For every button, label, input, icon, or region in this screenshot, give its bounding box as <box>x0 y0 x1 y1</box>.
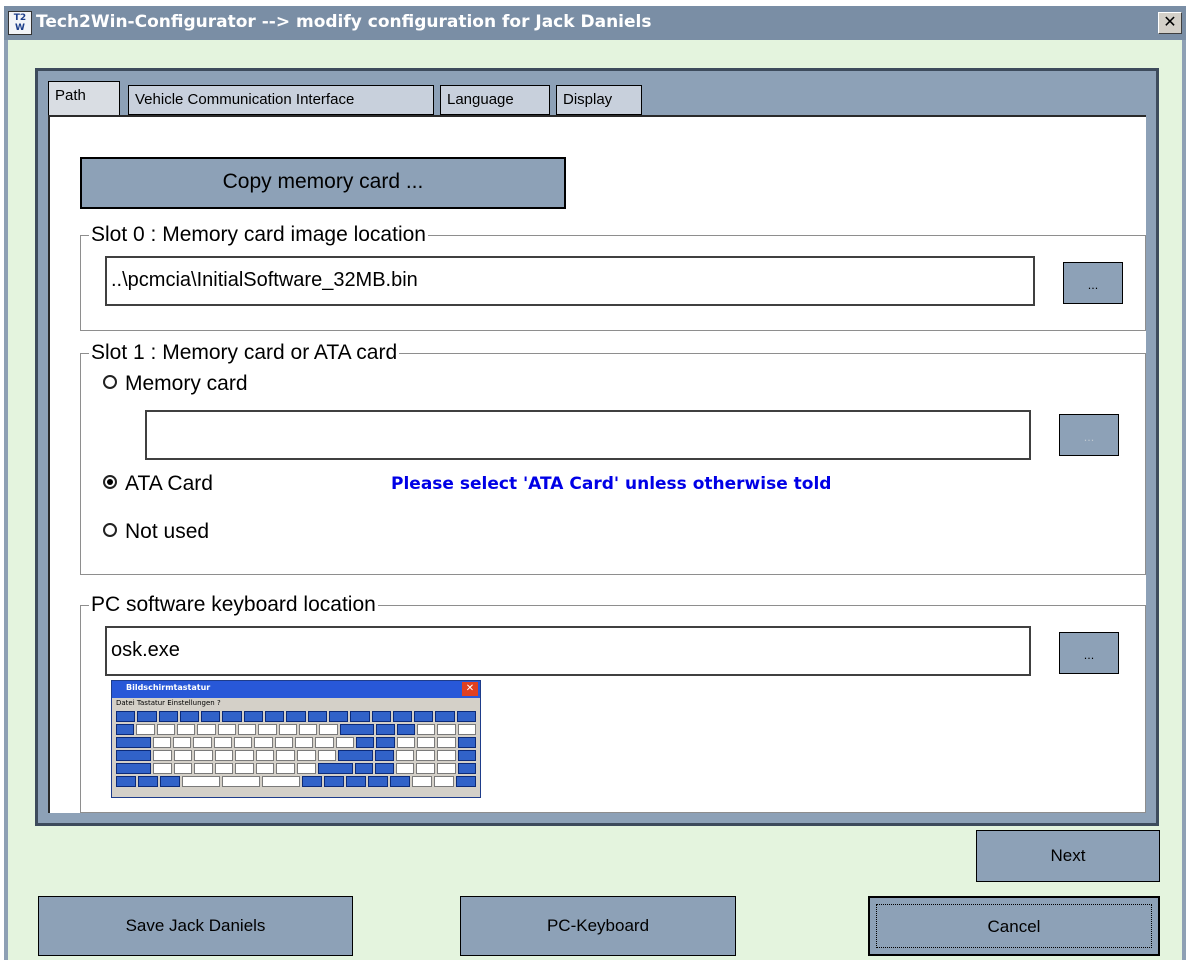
keyboard-group: PC software keyboard location osk.exe ..… <box>80 592 1146 813</box>
radio-not-used[interactable]: Not used <box>103 518 209 546</box>
ata-hint-text: Please select 'ATA Card' unless otherwis… <box>391 474 832 494</box>
radio-ata-card[interactable]: ATA Card <box>103 470 213 498</box>
tab-control: Path Vehicle Communication Interface Lan… <box>35 68 1159 826</box>
slot0-path-field[interactable]: ..\pcmcia\InitialSoftware_32MB.bin <box>105 256 1035 306</box>
title-bar: T2 W Tech2Win-Configurator --> modify con… <box>4 6 1186 40</box>
next-button[interactable]: Next <box>976 830 1160 882</box>
tab-vehicle-communication-interface[interactable]: Vehicle Communication Interface <box>128 85 434 115</box>
save-button[interactable]: Save Jack Daniels <box>38 896 353 956</box>
radio-ata-card-label: ATA Card <box>125 472 213 495</box>
pc-keyboard-button[interactable]: PC-Keyboard <box>460 896 736 956</box>
slot0-legend: Slot 0 : Memory card image location <box>89 222 428 248</box>
copy-memory-card-button[interactable]: Copy memory card ... <box>80 157 566 209</box>
keyboard-preview-image: Bildschirmtastatur ✕ Datei Tastatur Eins… <box>111 680 481 798</box>
slot1-browse-button[interactable]: ... <box>1059 414 1119 456</box>
tab-language[interactable]: Language <box>440 85 550 115</box>
window-title: Tech2Win-Configurator --> modify configu… <box>36 12 652 32</box>
keyboard-keys-icon <box>116 711 477 795</box>
close-icon: ✕ <box>462 682 478 696</box>
tab-display[interactable]: Display <box>556 85 642 115</box>
radio-circle-icon <box>103 375 117 390</box>
close-button[interactable]: ✕ <box>1158 12 1182 34</box>
radio-not-used-label: Not used <box>125 520 210 543</box>
keyboard-preview-titlebar: Bildschirmtastatur ✕ <box>112 681 480 698</box>
slot1-group: Slot 1 : Memory card or ATA card Memory … <box>80 340 1146 575</box>
tab-page-path: Copy memory card ... Slot 0 : Memory car… <box>48 115 1146 813</box>
radio-circle-icon <box>103 523 117 538</box>
app-icon: T2 W <box>8 11 32 35</box>
slot0-group: Slot 0 : Memory card image location ..\p… <box>80 222 1146 331</box>
cancel-button[interactable]: Cancel <box>868 896 1160 956</box>
radio-memory-card-label: Memory card <box>125 372 248 395</box>
slot1-memory-card-field[interactable] <box>145 410 1031 460</box>
tab-path[interactable]: Path <box>48 81 120 117</box>
keyboard-browse-button[interactable]: ... <box>1059 632 1119 674</box>
keyboard-preview-title: Bildschirmtastatur <box>126 683 211 692</box>
radio-memory-card[interactable]: Memory card <box>103 370 248 398</box>
keyboard-legend: PC software keyboard location <box>89 592 378 618</box>
keyboard-path-field[interactable]: osk.exe <box>105 626 1031 676</box>
radio-checked-icon <box>103 475 117 490</box>
slot0-browse-button[interactable]: ... <box>1063 262 1123 304</box>
slot1-legend: Slot 1 : Memory card or ATA card <box>89 340 400 366</box>
keyboard-preview-menu: Datei Tastatur Einstellungen ? <box>116 699 221 707</box>
